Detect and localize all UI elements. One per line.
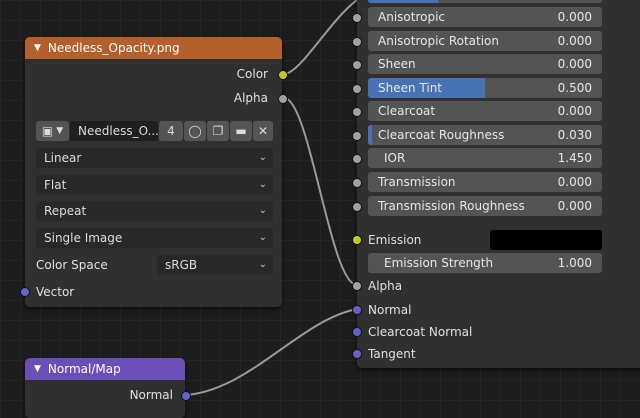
close-icon: ✕ — [257, 124, 269, 138]
bsdf-field-value: 0.300 — [558, 0, 592, 3]
extension-dropdown[interactable]: Repeat ⌄ — [36, 201, 273, 221]
alpha-input-label: Alpha — [368, 279, 403, 293]
bsdf-input-socket[interactable] — [352, 107, 362, 117]
normal-map-header[interactable]: ▼ Normal/Map — [25, 358, 185, 380]
bsdf-field-label: Anisotropic — [378, 10, 446, 24]
bsdf-field-label: IOR — [384, 151, 406, 165]
bsdf-field[interactable]: Sheen 0.000 — [368, 54, 602, 74]
bsdf-field-label: Clearcoat — [378, 104, 436, 118]
bsdf-field-value: 0.000 — [557, 57, 592, 71]
image-node-header[interactable]: ▼ Needless_Opacity.png — [25, 37, 282, 59]
color-output-label: Color — [236, 67, 268, 81]
bsdf-field[interactable]: Sheen Tint 0.500 — [368, 78, 602, 98]
vector-input-label: Vector — [36, 285, 75, 299]
bsdf-field-label: Clearcoat Roughness — [378, 128, 505, 142]
bsdf-field-value: 0.000 — [557, 199, 592, 213]
bsdf-field-value: 0.500 — [557, 81, 592, 95]
bsdf-input-socket[interactable] — [352, 13, 362, 23]
bsdf-field-label: Sheen — [378, 57, 416, 71]
color-output-socket[interactable] — [278, 70, 288, 80]
image-name-field[interactable]: Needless_O... — [70, 121, 159, 141]
clearcoat-normal-input-socket[interactable] — [352, 327, 362, 337]
chevron-down-icon: ⌄ — [258, 205, 267, 216]
unlink-image-button[interactable]: ✕ — [253, 121, 273, 141]
alpha-input-socket[interactable] — [352, 281, 362, 291]
link-normal-to-normal — [185, 308, 358, 396]
color-space-dropdown[interactable]: sRGB ⌄ — [157, 255, 273, 275]
chevron-down-icon: ⌄ — [258, 232, 267, 243]
emission-label: Emission — [368, 233, 422, 247]
bsdf-field[interactable]: Clearcoat 0.000 — [368, 101, 602, 121]
link-color-to-base — [283, 0, 358, 75]
normal-input-socket[interactable] — [352, 305, 362, 315]
chevron-down-icon: ▼ — [56, 126, 64, 136]
bsdf-input-socket[interactable] — [352, 154, 362, 164]
bsdf-field-label: Anisotropic Rotation — [378, 34, 500, 48]
bsdf-field-label: Transmission — [378, 175, 456, 189]
interpolation-dropdown[interactable]: Linear ⌄ — [36, 148, 273, 168]
folder-icon: ▬ — [235, 124, 247, 138]
bsdf-field-value: 0.000 — [557, 34, 592, 48]
image-icon: ▣ — [41, 124, 54, 138]
tangent-input-label: Tangent — [368, 347, 416, 361]
open-image-button[interactable]: ▬ — [230, 121, 252, 141]
source-dropdown[interactable]: Single Image ⌄ — [36, 228, 273, 248]
normal-output-label: Normal — [129, 388, 173, 402]
bsdf-field-value: 0.030 — [557, 128, 592, 142]
bsdf-field-label: Sheen Tint — [378, 81, 443, 95]
emission-strength-field[interactable]: Emission Strength 1.000 — [368, 253, 602, 273]
color-space-label: Color Space — [36, 258, 108, 272]
bsdf-field[interactable]: Anisotropic Rotation 0.000 — [368, 31, 602, 51]
normal-output-socket[interactable] — [181, 391, 191, 401]
clearcoat-normal-label: Clearcoat Normal — [368, 325, 473, 339]
fake-user-button[interactable]: ◯ — [184, 121, 206, 141]
alpha-output-label: Alpha — [233, 91, 268, 105]
chevron-down-icon: ⌄ — [258, 259, 267, 270]
bsdf-input-socket[interactable] — [352, 202, 362, 212]
bsdf-field-value: 0.000 — [557, 175, 592, 189]
emission-color-swatch[interactable] — [490, 230, 602, 250]
shield-icon: ◯ — [188, 124, 202, 138]
image-texture-node[interactable]: ▼ Needless_Opacity.png Color Alpha ▣ ▼ Ne… — [20, 37, 288, 307]
bsdf-input-socket[interactable] — [352, 84, 362, 94]
tangent-input-socket[interactable] — [352, 349, 362, 359]
bsdf-field-label: Transmission Roughness — [378, 199, 525, 213]
collapse-chevron-icon[interactable]: ▼ — [34, 43, 41, 53]
bsdf-field-value: 0.000 — [557, 104, 592, 118]
emission-input-socket[interactable] — [352, 235, 362, 245]
vector-input-socket[interactable] — [20, 287, 30, 297]
duplicate-icon: ❐ — [212, 124, 224, 138]
bsdf-input-socket[interactable] — [352, 178, 362, 188]
image-users-count[interactable]: 4 — [159, 121, 183, 141]
projection-dropdown[interactable]: Flat ⌄ — [36, 175, 273, 195]
bsdf-field-label: Roughness — [378, 0, 443, 3]
bsdf-field[interactable]: Roughness 0.300 — [368, 0, 602, 3]
chevron-down-icon: ⌄ — [258, 179, 267, 190]
image-node-title: Needless_Opacity.png — [47, 41, 180, 55]
bsdf-field[interactable]: Anisotropic 0.000 — [368, 7, 602, 27]
collapse-chevron-icon[interactable]: ▼ — [34, 364, 41, 374]
normal-map-title: Normal/Map — [47, 362, 121, 376]
normal-map-node[interactable]: ▼ Normal/Map Normal — [25, 358, 191, 418]
bsdf-field-value: 0.000 — [557, 10, 592, 24]
bsdf-field-value: 1.450 — [557, 151, 592, 165]
bsdf-input-socket[interactable] — [352, 131, 362, 141]
bsdf-field[interactable]: IOR 1.450 — [368, 148, 602, 168]
chevron-down-icon: ⌄ — [258, 152, 267, 163]
image-browse-button[interactable]: ▣ ▼ — [36, 121, 69, 141]
bsdf-field-fill — [368, 125, 372, 145]
alpha-output-socket[interactable] — [278, 94, 288, 104]
link-alpha-to-alpha — [283, 97, 358, 286]
bsdf-field[interactable]: Clearcoat Roughness 0.030 — [368, 125, 602, 145]
principled-bsdf-node[interactable]: Roughness0.300Anisotropic0.000Anisotropi… — [352, 0, 640, 368]
normal-input-label: Normal — [368, 303, 412, 317]
bsdf-input-socket[interactable] — [352, 60, 362, 70]
bsdf-field[interactable]: Transmission Roughness 0.000 — [368, 196, 602, 216]
bsdf-input-socket[interactable] — [352, 37, 362, 47]
bsdf-field[interactable]: Transmission 0.000 — [368, 172, 602, 192]
duplicate-image-button[interactable]: ❐ — [207, 121, 229, 141]
